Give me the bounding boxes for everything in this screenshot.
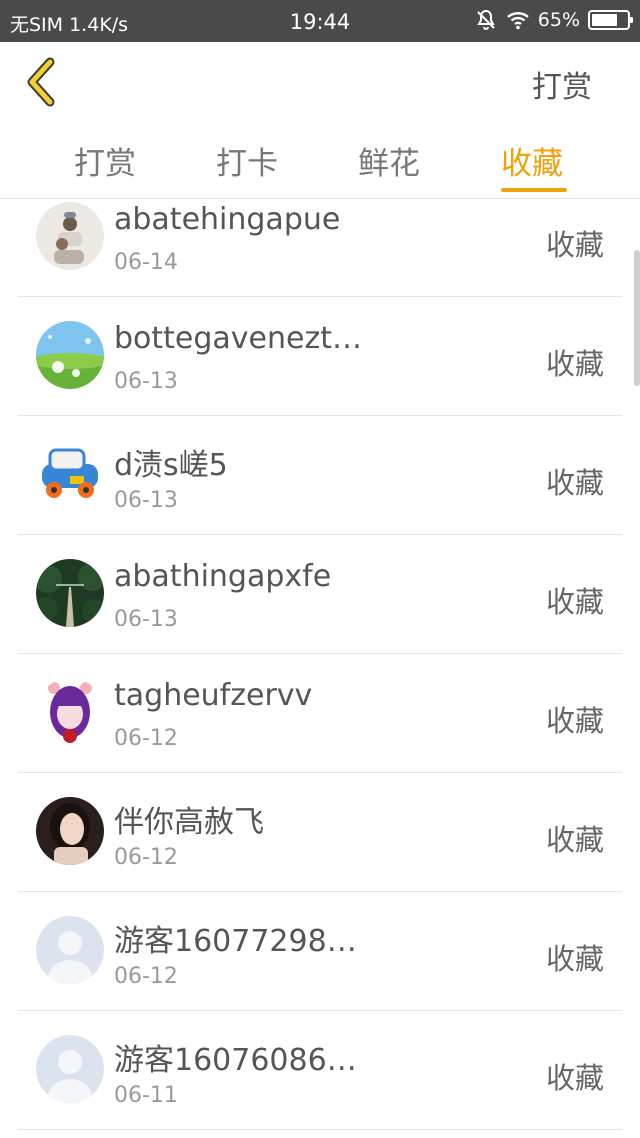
- tab-flowers[interactable]: 鲜花: [358, 138, 420, 183]
- status-bar: 无SIM 1.4K/s 19:44 65%: [0, 0, 640, 42]
- avatar: [36, 678, 104, 746]
- wifi-icon: [506, 8, 530, 32]
- favorite-label[interactable]: 收藏: [546, 460, 604, 502]
- favorites-list: abatehingapue 06-14 收藏 bottegavenezt… 06…: [0, 198, 640, 1138]
- user-name: 游客16076086…: [114, 1043, 357, 1078]
- battery-icon: [588, 10, 633, 30]
- tab-favorites[interactable]: 收藏: [501, 138, 563, 183]
- list-item[interactable]: 游客16076086… 06-11 收藏: [18, 1011, 622, 1130]
- scrollbar[interactable]: [634, 250, 640, 386]
- date: 06-14: [114, 250, 178, 275]
- avatar: [36, 440, 104, 508]
- reward-button[interactable]: 打赏: [532, 62, 592, 106]
- list-item[interactable]: 伴你高赦飞 06-12 收藏: [18, 773, 622, 892]
- list-item[interactable]: 游客16077298… 06-12 收藏: [18, 892, 622, 1011]
- favorite-label[interactable]: 收藏: [546, 341, 604, 383]
- favorite-label[interactable]: 收藏: [546, 579, 604, 621]
- tab-reward[interactable]: 打赏: [74, 138, 136, 183]
- active-tab-indicator: [501, 188, 567, 192]
- date: 06-11: [114, 1083, 178, 1108]
- chevron-left-icon: [27, 57, 55, 107]
- favorite-label[interactable]: 收藏: [546, 698, 604, 740]
- bell-off-icon: [474, 8, 498, 32]
- date: 06-12: [114, 964, 178, 989]
- user-name: abatehingapue: [114, 202, 341, 237]
- default-avatar: [36, 1035, 104, 1103]
- user-name: bottegavenezt…: [114, 321, 362, 356]
- list-item[interactable]: d渍s嵯5 06-13 收藏: [18, 416, 622, 535]
- date: 06-13: [114, 607, 178, 632]
- avatar: [36, 202, 104, 270]
- battery-percent: 65%: [537, 9, 580, 31]
- list-item[interactable]: abathingapxfe 06-13 收藏: [18, 535, 622, 654]
- favorite-label[interactable]: 收藏: [546, 1055, 604, 1097]
- user-name: tagheufzervv: [114, 678, 313, 713]
- back-button[interactable]: [20, 56, 66, 108]
- date: 06-13: [114, 488, 178, 513]
- user-name: 游客16077298…: [114, 924, 357, 959]
- date: 06-12: [114, 845, 178, 870]
- date: 06-12: [114, 726, 178, 751]
- top-bar: 打赏: [0, 42, 640, 124]
- list-item[interactable]: tagheufzervv 06-12 收藏: [18, 654, 622, 773]
- user-name: abathingapxfe: [114, 559, 332, 594]
- avatar: [36, 797, 104, 865]
- favorite-label[interactable]: 收藏: [546, 222, 604, 264]
- tab-bar: 打赏 打卡 鲜花 收藏: [0, 124, 640, 199]
- default-avatar: [36, 916, 104, 984]
- user-name: 伴你高赦飞: [114, 805, 264, 840]
- favorite-label[interactable]: 收藏: [546, 936, 604, 978]
- date: 06-13: [114, 369, 178, 394]
- user-name: d渍s嵯5: [114, 448, 228, 483]
- favorite-label[interactable]: 收藏: [546, 817, 604, 859]
- avatar: [36, 321, 104, 389]
- status-icons: 65%: [474, 8, 633, 32]
- list-item[interactable]: abatehingapue 06-14 收藏: [18, 198, 622, 297]
- list-item[interactable]: bottegavenezt… 06-13 收藏: [18, 297, 622, 416]
- avatar: [36, 559, 104, 627]
- tab-checkin[interactable]: 打卡: [216, 138, 278, 183]
